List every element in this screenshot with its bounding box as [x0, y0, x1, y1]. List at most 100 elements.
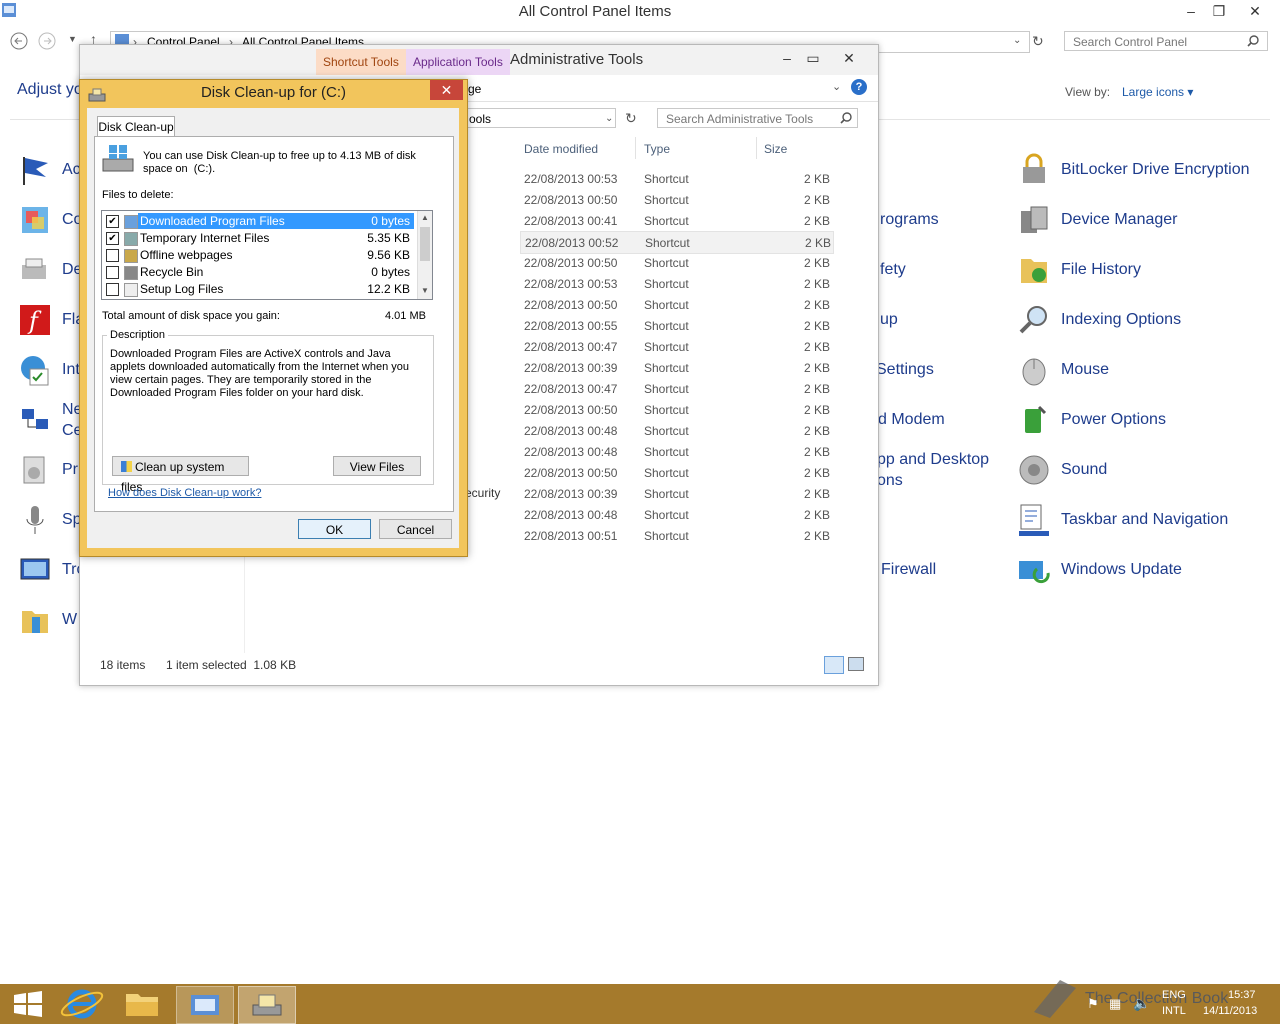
- cp-item-partial[interactable]: pp and Desktop: [877, 451, 989, 469]
- maximize-button[interactable]: ❐: [1204, 0, 1234, 22]
- ok-button[interactable]: OK: [298, 519, 371, 539]
- programs-features-icon[interactable]: [18, 453, 52, 487]
- chevron-down-icon[interactable]: ⌄: [832, 80, 841, 93]
- cp-item-sound[interactable]: Sound: [1017, 450, 1107, 490]
- cancel-button[interactable]: Cancel: [379, 519, 452, 539]
- search-icon[interactable]: [1247, 35, 1259, 47]
- cp-item-partial[interactable]: Int: [62, 361, 80, 379]
- table-row[interactable]: 22/08/2013 00:41 Shortcut 2 KB: [520, 210, 832, 231]
- clock-time[interactable]: 15:37: [1228, 989, 1256, 1001]
- table-row[interactable]: 22/08/2013 00:39 Shortcut 2 KB: [520, 483, 832, 504]
- action-center-flag-icon[interactable]: ⚑: [1087, 996, 1099, 1012]
- flash-player-icon[interactable]: f: [18, 303, 52, 337]
- column-type[interactable]: Type: [644, 142, 670, 156]
- file-category-item[interactable]: Recycle Bin 0 bytes: [102, 264, 418, 281]
- recent-locations-icon[interactable]: ▼: [68, 34, 77, 44]
- close-button[interactable]: ✕: [1240, 0, 1270, 22]
- table-row[interactable]: 22/08/2013 00:52 Shortcut 2 KB: [520, 231, 834, 254]
- cp-item-power[interactable]: Power Options: [1017, 400, 1166, 440]
- internet-options-icon[interactable]: [18, 353, 52, 387]
- cp-item-bitlocker[interactable]: BitLocker Drive Encryption: [1017, 150, 1250, 190]
- file-category-item[interactable]: ✔ Temporary Internet Files 5.35 KB: [102, 230, 418, 247]
- scrollbar[interactable]: ▲ ▼: [417, 211, 432, 299]
- address-dropdown-icon[interactable]: ⌄: [605, 109, 613, 129]
- volume-icon[interactable]: 🔈: [1133, 995, 1150, 1012]
- table-row[interactable]: 22/08/2013 00:48 Shortcut 2 KB: [520, 441, 832, 462]
- table-row[interactable]: 22/08/2013 00:50 Shortcut 2 KB: [520, 189, 832, 210]
- cp-item-taskbar[interactable]: Taskbar and Navigation: [1017, 500, 1228, 540]
- table-row[interactable]: 22/08/2013 00:39 Shortcut 2 KB: [520, 357, 832, 378]
- maximize-button[interactable]: ▭: [798, 47, 828, 69]
- cp-item-partial[interactable]: fety: [880, 261, 906, 279]
- help-link[interactable]: How does Disk Clean-up work?: [108, 487, 261, 499]
- checkbox[interactable]: [106, 249, 119, 262]
- table-row[interactable]: 22/08/2013 00:47 Shortcut 2 KB: [520, 378, 832, 399]
- search-icon[interactable]: [840, 112, 852, 124]
- tab-shortcut-tools[interactable]: Shortcut Tools: [316, 49, 406, 75]
- scroll-up-icon[interactable]: ▲: [421, 213, 429, 222]
- search-input[interactable]: Search Administrative Tools: [657, 108, 858, 128]
- checkbox[interactable]: ✔: [106, 215, 119, 228]
- cp-item-partial[interactable]: rograms: [880, 211, 939, 229]
- address-dropdown-icon[interactable]: ⌄: [1013, 35, 1021, 46]
- table-row[interactable]: 22/08/2013 00:55 Shortcut 2 KB: [520, 315, 832, 336]
- search-input[interactable]: Search Control Panel: [1064, 31, 1268, 51]
- network-icon[interactable]: ▦: [1109, 996, 1121, 1012]
- cleanup-system-files-button[interactable]: Clean up system files: [112, 456, 249, 494]
- file-category-item[interactable]: Offline webpages 9.56 KB: [102, 247, 418, 264]
- cp-item-windows-update[interactable]: Windows Update: [1017, 550, 1182, 590]
- table-row[interactable]: 22/08/2013 00:53 Shortcut 2 KB: [520, 273, 832, 294]
- clock-date[interactable]: 14/11/2013: [1203, 1005, 1257, 1017]
- table-row[interactable]: 22/08/2013 00:50 Shortcut 2 KB: [520, 252, 832, 273]
- file-explorer-icon[interactable]: [114, 986, 170, 1022]
- table-row[interactable]: 22/08/2013 00:51 Shortcut 2 KB: [520, 525, 832, 546]
- cp-item-partial[interactable]: Ac: [62, 161, 81, 179]
- internet-explorer-icon[interactable]: [54, 986, 110, 1022]
- network-sharing-icon[interactable]: [18, 403, 52, 437]
- view-by-dropdown[interactable]: Large icons ▾: [1122, 85, 1193, 99]
- cp-item-partial[interactable]: Pr: [62, 461, 78, 479]
- address-bar[interactable]: ools ⌄: [466, 108, 616, 128]
- cp-item-mouse[interactable]: Mouse: [1017, 350, 1109, 390]
- back-icon[interactable]: [10, 32, 28, 50]
- refresh-icon[interactable]: ↻: [625, 110, 637, 127]
- cp-item-device-manager[interactable]: Device Manager: [1017, 200, 1178, 240]
- table-row[interactable]: 22/08/2013 00:50 Shortcut 2 KB: [520, 462, 832, 483]
- cp-item-partial[interactable]: up: [880, 311, 898, 329]
- taskbar-control-panel[interactable]: [176, 986, 234, 1024]
- close-button[interactable]: ✕: [834, 47, 864, 69]
- cp-item-indexing[interactable]: Indexing Options: [1017, 300, 1181, 340]
- cp-item-partial[interactable]: Settings: [876, 361, 934, 379]
- scroll-down-icon[interactable]: ▼: [421, 286, 429, 295]
- table-row[interactable]: 22/08/2013 00:50 Shortcut 2 KB: [520, 294, 832, 315]
- close-button[interactable]: ✕: [430, 80, 463, 100]
- taskbar-disk-cleanup[interactable]: [238, 986, 296, 1024]
- work-folders-icon[interactable]: [18, 603, 52, 637]
- start-icon[interactable]: [0, 986, 56, 1022]
- action-center-icon[interactable]: [18, 153, 52, 187]
- details-view-icon[interactable]: [824, 656, 844, 674]
- checkbox[interactable]: [106, 266, 119, 279]
- table-row[interactable]: 22/08/2013 00:48 Shortcut 2 KB: [520, 504, 832, 525]
- troubleshooting-icon[interactable]: [18, 553, 52, 587]
- cp-item-partial[interactable]: W: [62, 611, 77, 629]
- partial-name[interactable]: ecurity: [465, 486, 500, 500]
- forward-icon[interactable]: [38, 32, 56, 50]
- view-files-button[interactable]: View Files: [333, 456, 421, 476]
- cp-item-file-history[interactable]: File History: [1017, 250, 1141, 290]
- file-category-item[interactable]: ✔ Downloaded Program Files 0 bytes: [102, 213, 418, 230]
- speech-recognition-icon[interactable]: [18, 503, 52, 537]
- tab-application-tools[interactable]: Application Tools: [406, 49, 510, 75]
- checkbox[interactable]: [106, 283, 119, 296]
- devices-printers-icon[interactable]: [18, 253, 52, 287]
- table-row[interactable]: 22/08/2013 00:48 Shortcut 2 KB: [520, 420, 832, 441]
- tab-disk-cleanup[interactable]: Disk Clean-up: [97, 116, 175, 137]
- checkbox[interactable]: ✔: [106, 232, 119, 245]
- column-date-modified[interactable]: Date modified: [524, 142, 598, 156]
- table-row[interactable]: 22/08/2013 00:53 Shortcut 2 KB: [520, 168, 832, 189]
- minimize-button[interactable]: –: [1176, 0, 1206, 22]
- refresh-icon[interactable]: ↻: [1032, 33, 1044, 50]
- large-icons-view-icon[interactable]: [848, 657, 864, 671]
- table-row[interactable]: 22/08/2013 00:50 Shortcut 2 KB: [520, 399, 832, 420]
- table-row[interactable]: 22/08/2013 00:47 Shortcut 2 KB: [520, 336, 832, 357]
